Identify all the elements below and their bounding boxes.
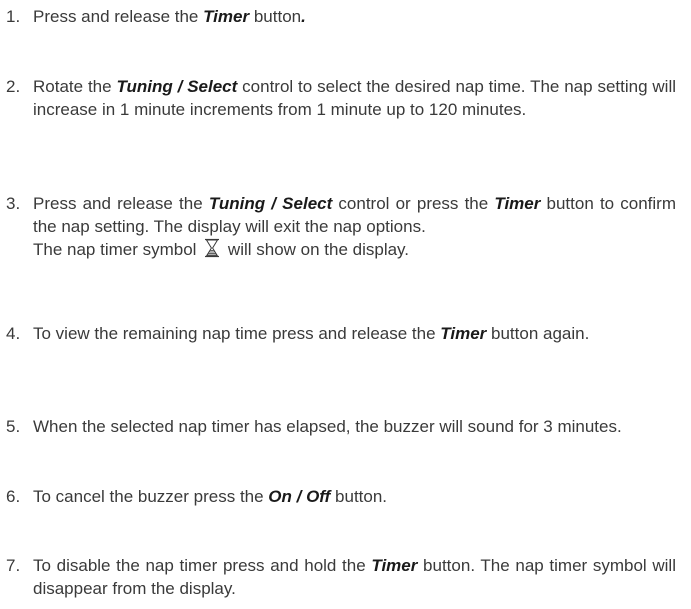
step-4: 4. To view the remaining nap time press … [0,322,676,345]
step-text: Rotate the Tuning / Select control to se… [33,75,676,121]
text: Rotate the [33,77,117,96]
text: The nap timer symbol [33,240,202,259]
step-number: 4. [6,324,21,343]
button-name: Timer [494,194,541,213]
text: will show on the display. [223,240,410,259]
button-name: Timer [203,7,250,26]
button-name: Timer [440,324,487,343]
control-name: Tuning / Select [116,77,238,96]
text: button again. [486,324,590,343]
text: button [249,7,302,26]
step-text: Press and release the Tuning / Select co… [33,192,676,238]
step-text: To view the remaining nap time press and… [33,322,676,345]
step-number: 2. [6,77,21,96]
step-text: To cancel the buzzer press the On / Off … [33,485,676,508]
step-number: 5. [6,417,21,436]
step-6: 6. To cancel the buzzer press the On / O… [0,485,676,508]
step-1: 1. Press and release the Timer button. [0,5,676,28]
step-7: 7. To disable the nap timer press and ho… [0,554,676,600]
text: control or press the [332,194,495,213]
step-3: 3. Press and release the Tuning / Select… [0,192,676,261]
step-text: Press and release the Timer button. [33,5,676,28]
step-2: 2. Rotate the Tuning / Select control to… [0,75,676,121]
page: { "steps": [ { "num": "1.", "a": "Press … [0,0,691,609]
step-number: 3. [6,194,21,213]
text: To view the remaining nap time press and… [33,324,441,343]
button-name: On / Off [268,487,331,506]
text: Press and release the [33,194,209,213]
button-name: Timer [371,556,418,575]
step-text: When the selected nap timer has elapsed,… [33,415,676,438]
step-number: 1. [6,7,21,26]
hourglass-icon [205,238,220,258]
step-number: 7. [6,556,21,575]
step-5: 5. When the selected nap timer has elaps… [0,415,676,438]
text: . [301,7,306,26]
text: To disable the nap timer press and hold … [33,556,372,575]
text: To cancel the buzzer press the [33,487,269,506]
step-text-line: The nap timer symbol will show on the di… [33,238,676,261]
step-text: To disable the nap timer press and hold … [33,554,676,600]
text: button. [330,487,388,506]
text: When the selected nap timer has elapsed,… [33,417,622,436]
control-name: Tuning / Select [208,194,333,213]
text: Press and release the [33,7,204,26]
step-number: 6. [6,487,21,506]
